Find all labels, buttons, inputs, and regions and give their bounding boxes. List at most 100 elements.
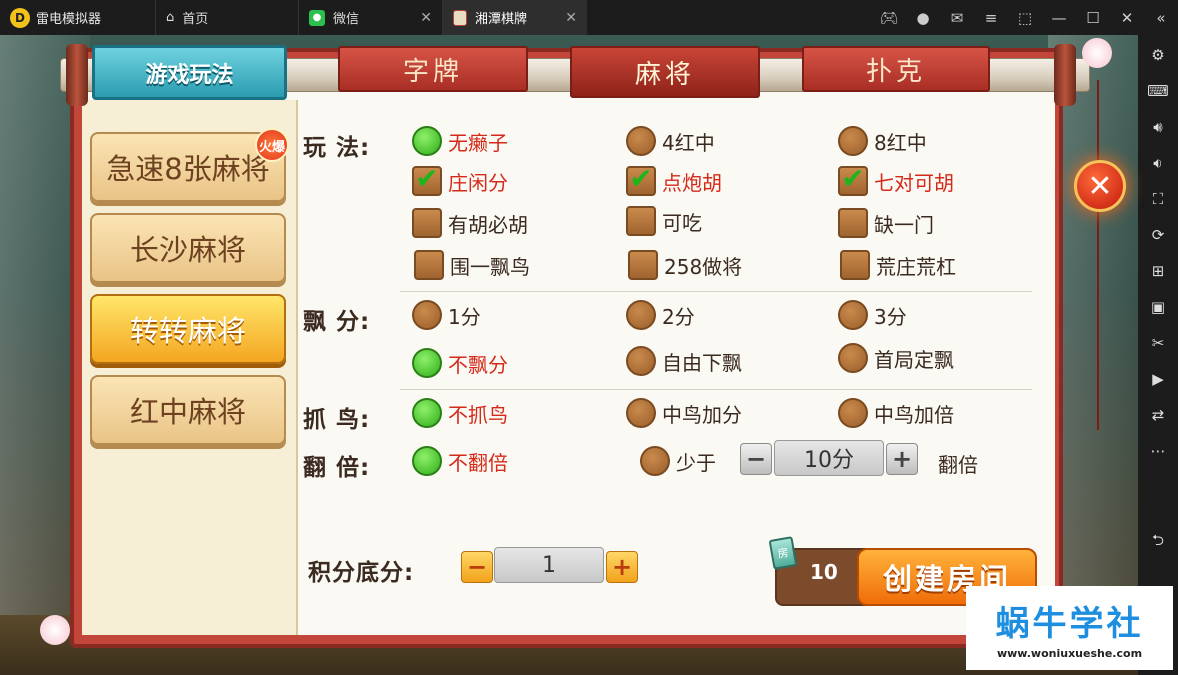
check-weiyipiaoniao[interactable]: 围一飘鸟 xyxy=(414,250,530,280)
check-zhuangxianfen[interactable]: ✔ 庄闲分 xyxy=(412,165,508,196)
user-icon[interactable]: ● xyxy=(906,9,940,27)
radio-selected xyxy=(412,398,442,428)
checkbox xyxy=(412,208,442,238)
mail-icon[interactable]: ✉ xyxy=(940,9,974,27)
option-ziyouxiapiao[interactable]: 自由下飘 xyxy=(626,346,742,376)
fanbei-increment-button[interactable]: + xyxy=(886,443,918,475)
sync-icon[interactable]: ⇄ xyxy=(1146,403,1170,426)
divider xyxy=(400,291,1032,292)
radio xyxy=(838,300,868,330)
option-label: 围一飘鸟 xyxy=(450,254,530,279)
piaofen-label: 飘 分: xyxy=(303,309,371,335)
option-4hongzhong[interactable]: 4红中 xyxy=(626,126,715,156)
checkbox xyxy=(626,206,656,236)
close-tab-icon[interactable]: ✕ xyxy=(420,10,432,26)
option-bufanbei[interactable]: 不翻倍 xyxy=(412,446,508,476)
lantern-string xyxy=(1097,80,1099,430)
option-8hongzhong[interactable]: 8红中 xyxy=(838,126,927,156)
check-youhubihu[interactable]: 有胡必胡 xyxy=(412,208,528,238)
close-dialog-button[interactable]: ✕ xyxy=(1074,160,1126,212)
option-label: 不抓鸟 xyxy=(448,402,508,427)
score-decrement-button[interactable]: − xyxy=(461,551,493,583)
option-label: 有胡必胡 xyxy=(448,212,528,237)
option-shoujudingpiao[interactable]: 首局定飘 xyxy=(838,343,954,373)
check-258zuojiang[interactable]: 258做将 xyxy=(628,250,742,280)
option-label: 8红中 xyxy=(874,130,927,155)
radio-selected xyxy=(412,446,442,476)
option-buzhuaniao[interactable]: 不抓鸟 xyxy=(412,398,508,428)
watermark-title: 蜗牛学社 xyxy=(995,604,1144,644)
option-label: 中鸟加倍 xyxy=(874,402,954,427)
radio xyxy=(626,346,656,376)
check-huangzhuanghuanggang[interactable]: 荒庄荒杠 xyxy=(840,250,956,280)
minimize-icon[interactable]: — xyxy=(1042,9,1076,27)
rotate-icon[interactable]: ⟳ xyxy=(1146,223,1170,246)
check-qiduikehu[interactable]: ✔ 七对可胡 xyxy=(838,165,954,196)
option-label: 258做将 xyxy=(664,254,743,279)
score-increment-button[interactable]: + xyxy=(606,551,638,583)
mode-button-changsha[interactable]: 长沙麻将 xyxy=(90,213,286,283)
scissors-icon[interactable]: ✂ xyxy=(1146,331,1170,354)
option-1fen[interactable]: 1分 xyxy=(412,300,481,330)
pin-icon[interactable]: ⬚ xyxy=(1008,9,1042,27)
radio-selected xyxy=(412,348,442,378)
option-label: 不飘分 xyxy=(448,352,508,377)
mode-button-zhuanzhuan[interactable]: 转转麻将 xyxy=(90,294,286,364)
tab-xiangtan[interactable]: 湘潭棋牌 ✕ xyxy=(442,0,587,35)
radio xyxy=(838,126,868,156)
maximize-icon[interactable]: ☐ xyxy=(1076,9,1110,27)
checkbox-checked: ✔ xyxy=(838,165,868,196)
mode-button-hongzhong[interactable]: 红中麻将 xyxy=(90,375,286,445)
option-label: 首局定飘 xyxy=(874,347,954,372)
tab-puke[interactable]: 扑克 xyxy=(802,46,990,92)
option-bupiaofen[interactable]: 不飘分 xyxy=(412,348,508,378)
option-label: 荒庄荒杠 xyxy=(876,254,956,279)
scroll-rod-cap-right xyxy=(1054,44,1076,106)
check-queyimen[interactable]: 缺一门 xyxy=(838,208,934,238)
fullscreen-icon[interactable]: ⛶ xyxy=(1146,187,1170,210)
radio xyxy=(838,343,868,373)
option-2fen[interactable]: 2分 xyxy=(626,300,695,330)
multi-instance-icon[interactable]: ⊞ xyxy=(1146,259,1170,282)
close-tab-icon[interactable]: ✕ xyxy=(565,10,577,26)
wanfa-label: 玩 法: xyxy=(303,135,371,161)
xiangtan-app-icon xyxy=(453,9,467,26)
radio xyxy=(412,300,442,330)
volume-up-icon[interactable]: 🔊︎ xyxy=(1146,115,1170,138)
check-kechi[interactable]: 可吃 xyxy=(626,206,702,236)
option-label: 3分 xyxy=(874,304,907,329)
fanbei-suffix: 翻倍 xyxy=(938,453,978,477)
volume-down-icon[interactable]: 🔉︎ xyxy=(1146,151,1170,174)
tab-zipai[interactable]: 字牌 xyxy=(338,46,528,92)
back-icon[interactable]: ⮌ xyxy=(1146,531,1170,554)
option-3fen[interactable]: 3分 xyxy=(838,300,907,330)
tab-majiang[interactable]: 麻将 xyxy=(570,46,760,98)
score-base-value: 1 xyxy=(494,547,604,583)
collapse-sidebar-icon[interactable]: « xyxy=(1144,9,1178,27)
keyboard-icon[interactable]: ⌨ xyxy=(1146,79,1170,102)
checkbox-checked: ✔ xyxy=(626,165,656,196)
check-dianpaohu[interactable]: ✔ 点炮胡 xyxy=(626,165,722,196)
option-label: 缺一门 xyxy=(874,212,934,237)
menu-icon[interactable]: ≡ xyxy=(974,9,1008,27)
score-base-label: 积分底分: xyxy=(308,560,415,586)
option-label: 2分 xyxy=(662,304,695,329)
option-wulaizi[interactable]: 无癞子 xyxy=(412,126,508,156)
tab-home[interactable]: ⌂ 首页 xyxy=(155,0,298,35)
option-shaoyu[interactable]: 少于 xyxy=(640,446,716,476)
option-label: 1分 xyxy=(448,304,481,329)
tab-wechat[interactable]: ● 微信 ✕ xyxy=(298,0,442,35)
zhuaniao-label: 抓 鸟: xyxy=(303,407,371,433)
apk-install-icon[interactable]: ▣ xyxy=(1146,295,1170,318)
close-window-icon[interactable]: ✕ xyxy=(1110,9,1144,27)
option-zhongniaojiabei[interactable]: 中鸟加倍 xyxy=(838,398,954,428)
video-record-icon[interactable]: ▶ xyxy=(1146,367,1170,390)
option-label: 可吃 xyxy=(662,210,702,235)
settings-gear-icon[interactable]: ⚙ xyxy=(1146,43,1170,66)
tab-home-label: 首页 xyxy=(182,12,209,27)
fanbei-decrement-button[interactable]: − xyxy=(740,443,772,475)
window-titlebar: D 雷电模拟器 ⌂ 首页 ● 微信 ✕ 湘潭棋牌 ✕ 🎮︎ ● ✉ ≡ ⬚ — … xyxy=(0,0,1178,35)
gamepad-icon[interactable]: 🎮︎ xyxy=(872,9,906,27)
option-zhongniaojiafen[interactable]: 中鸟加分 xyxy=(626,398,742,428)
more-icon[interactable]: ⋯ xyxy=(1146,439,1170,462)
